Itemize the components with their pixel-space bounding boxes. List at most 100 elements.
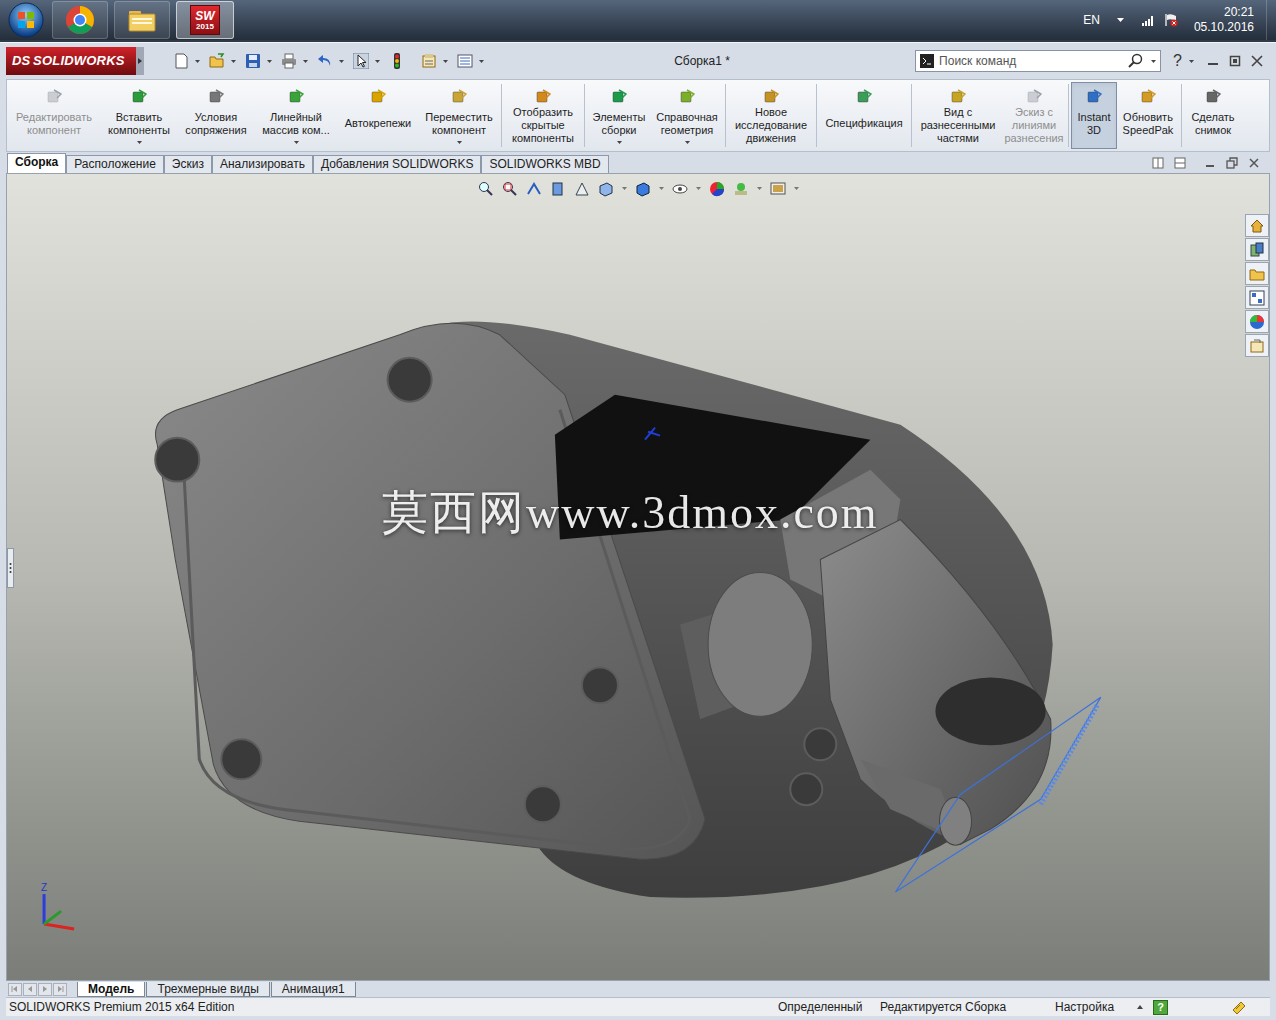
dropdown-arrow-icon[interactable] xyxy=(621,186,627,192)
options-icon[interactable] xyxy=(456,52,474,70)
tile-icon[interactable] xyxy=(1172,155,1188,171)
ribbon-button[interactable]: Спецификация xyxy=(819,82,909,149)
ribbon-button[interactable]: Переместить компонент xyxy=(419,82,499,149)
dropdown-arrow-icon[interactable] xyxy=(1149,56,1157,66)
search-input[interactable] xyxy=(939,52,1123,70)
ribbon-button[interactable]: Обновить SpeedPak xyxy=(1117,82,1179,149)
command-icon[interactable] xyxy=(130,88,148,106)
command-search[interactable] xyxy=(915,50,1161,72)
close-icon[interactable] xyxy=(1246,52,1268,70)
command-icon[interactable] xyxy=(855,88,873,106)
zoom-area-icon[interactable] xyxy=(501,180,518,197)
command-tab[interactable]: SOLIDWORKS MBD xyxy=(481,155,608,173)
restore-icon[interactable] xyxy=(1224,155,1240,171)
solidworks-taskbar-button[interactable]: SW2015 xyxy=(176,1,234,39)
command-icon[interactable] xyxy=(207,88,225,106)
status-help-button[interactable]: ? xyxy=(1153,1000,1168,1015)
section-view-icon[interactable] xyxy=(549,180,566,197)
ribbon-button[interactable]: Справочная геометрия xyxy=(651,82,723,149)
ribbon-button[interactable]: Новое исследование движения xyxy=(728,82,814,149)
dropdown-slot[interactable] xyxy=(617,141,622,148)
command-icon[interactable] xyxy=(534,88,552,106)
command-icon[interactable] xyxy=(1204,88,1222,106)
undo-icon[interactable] xyxy=(316,52,334,70)
dropdown-arrow-icon[interactable] xyxy=(301,56,309,66)
magnifier-icon[interactable] xyxy=(1127,53,1145,69)
tab-scroll-prev-icon[interactable] xyxy=(23,983,37,996)
expand-tray-icon[interactable] xyxy=(1116,15,1126,25)
ribbon-button[interactable]: Вид с разнесенными частями xyxy=(914,82,1002,149)
command-tab[interactable]: Добавления SOLIDWORKS xyxy=(313,155,482,173)
assembly-model[interactable] xyxy=(7,174,1269,980)
dropdown-slot[interactable] xyxy=(457,141,462,148)
file-explorer-icon[interactable] xyxy=(1245,262,1269,285)
dropdown-arrow-icon[interactable] xyxy=(793,186,799,192)
scene-icon[interactable] xyxy=(732,180,749,197)
dropdown-arrow-icon[interactable] xyxy=(756,186,762,192)
dropdown-arrow-icon[interactable] xyxy=(477,56,485,66)
command-icon[interactable] xyxy=(762,88,780,106)
maximize-icon[interactable] xyxy=(1224,52,1246,70)
dropdown-arrow-icon[interactable] xyxy=(337,56,345,66)
clock[interactable]: 20:2105.10.2016 xyxy=(1194,5,1254,35)
command-icon[interactable] xyxy=(287,88,305,106)
custom-properties-icon[interactable] xyxy=(1245,334,1269,357)
command-tab[interactable]: Анализировать xyxy=(212,155,313,173)
dropdown-slot[interactable] xyxy=(685,141,690,148)
dropdown-arrow-icon[interactable] xyxy=(441,56,449,66)
chrome-icon[interactable] xyxy=(52,1,108,39)
command-tab[interactable]: Расположение xyxy=(66,155,164,173)
ribbon-button[interactable]: Линейный массив ком... xyxy=(255,82,337,149)
start-button-icon[interactable] xyxy=(6,0,46,40)
save-icon[interactable] xyxy=(244,52,262,70)
tooltip-pin-icon[interactable] xyxy=(1230,999,1248,1015)
hide-show-icon[interactable] xyxy=(671,180,688,197)
appearance-icon[interactable] xyxy=(708,180,725,197)
previous-view-icon[interactable] xyxy=(525,180,542,197)
ribbon-button[interactable]: Вставить компоненты xyxy=(101,82,177,149)
command-icon[interactable] xyxy=(1139,88,1157,106)
solidworks-logo[interactable]: DSSOLIDWORKS xyxy=(6,47,136,75)
command-tab[interactable]: Сборка xyxy=(7,153,66,173)
design-library-icon[interactable] xyxy=(1245,238,1269,261)
command-icon[interactable] xyxy=(678,88,696,106)
appearances-icon[interactable] xyxy=(1245,310,1269,333)
dropdown-arrow-icon[interactable] xyxy=(229,56,237,66)
ribbon-button[interactable]: Условия сопряжения xyxy=(177,82,255,149)
model-tab[interactable]: Анимация1 xyxy=(271,982,356,997)
view-orientation-icon[interactable] xyxy=(597,180,614,197)
command-icon[interactable] xyxy=(1085,88,1103,106)
ribbon-button[interactable]: Автокрепежи xyxy=(337,82,419,149)
language-indicator[interactable]: EN xyxy=(1083,11,1100,29)
tab-scroll-next-icon[interactable] xyxy=(38,983,52,996)
display-style-icon[interactable] xyxy=(634,180,651,197)
dropdown-arrow-icon[interactable] xyxy=(265,56,273,66)
command-tab[interactable]: Эскиз xyxy=(164,155,212,173)
open-icon[interactable] xyxy=(208,52,226,70)
command-icon[interactable] xyxy=(610,88,628,106)
model-tab[interactable]: Трехмерные виды xyxy=(146,982,269,997)
command-icon[interactable] xyxy=(369,88,387,106)
print-icon[interactable] xyxy=(280,52,298,70)
network-icon[interactable] xyxy=(1140,13,1156,27)
select-icon[interactable] xyxy=(352,52,370,70)
minimize-icon[interactable] xyxy=(1202,52,1224,70)
dropdown-arrow-icon[interactable] xyxy=(373,56,381,66)
dynamic-annotation-icon[interactable] xyxy=(573,180,590,197)
units-button[interactable]: Настройка xyxy=(1055,998,1129,1016)
dropdown-arrow-icon[interactable] xyxy=(695,186,701,192)
feature-manager-handle-icon[interactable] xyxy=(7,548,14,588)
units-menu-icon[interactable] xyxy=(1129,1000,1151,1014)
view-settings-icon[interactable] xyxy=(769,180,786,197)
ribbon-button[interactable]: Элементы сборки xyxy=(587,82,651,149)
rebuild-icon[interactable] xyxy=(388,52,406,70)
help-button[interactable]: ? xyxy=(1173,53,1182,69)
view-palette-icon[interactable] xyxy=(1245,286,1269,309)
explorer-icon[interactable] xyxy=(114,1,170,39)
close-icon[interactable] xyxy=(1246,155,1262,171)
command-icon[interactable] xyxy=(949,88,967,106)
graphics-area[interactable]: 莫西网www.3dmox.comZ xyxy=(6,173,1270,981)
dropdown-slot[interactable] xyxy=(137,141,142,148)
dropdown-arrow-icon[interactable] xyxy=(1186,56,1196,66)
show-desktop-button[interactable] xyxy=(1266,0,1276,40)
